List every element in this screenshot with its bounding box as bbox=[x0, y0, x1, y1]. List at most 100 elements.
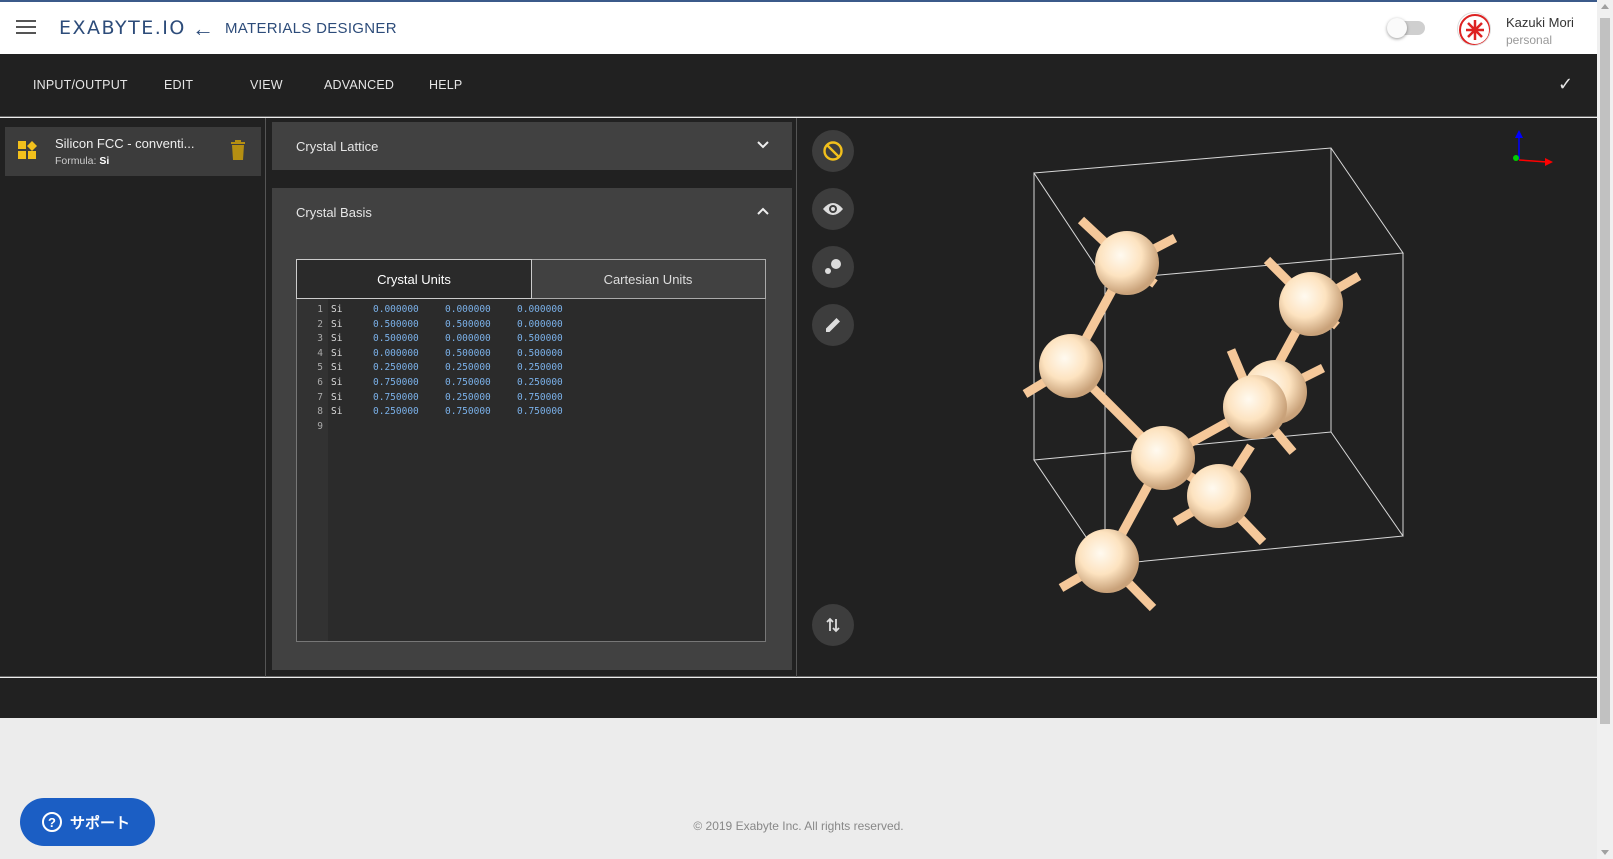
coord-z: 0.750000 bbox=[517, 406, 563, 418]
element-symbol: Si bbox=[331, 304, 343, 315]
element-symbol: Si bbox=[331, 377, 343, 388]
menu-input-output[interactable]: INPUT/OUTPUT bbox=[33, 78, 128, 92]
coord-x: 0.750000 bbox=[373, 391, 419, 403]
crystal-structure-render bbox=[1022, 130, 1553, 612]
coord-y: 0.500000 bbox=[445, 347, 491, 359]
workspace: Silicon FCC - conventi... Formula: Si Cr… bbox=[0, 118, 1597, 677]
toggle-knob bbox=[1387, 18, 1407, 38]
formula-value: Si bbox=[99, 155, 110, 167]
visibility-button[interactable] bbox=[812, 188, 854, 230]
line-number: 6 bbox=[317, 377, 323, 388]
footer: © 2019 Exabyte Inc. All rights reserved.… bbox=[0, 718, 1597, 859]
coord-z: 0.500000 bbox=[517, 333, 563, 345]
crystal-lattice-header[interactable]: Crystal Lattice bbox=[272, 122, 792, 170]
pencil-icon bbox=[826, 318, 840, 332]
bottom-strip bbox=[0, 678, 1597, 718]
code-line: 2 Si 0.500000 0.500000 0.000000 bbox=[297, 319, 765, 334]
editor-panel: Crystal Lattice Crystal Basis Crystal Un… bbox=[266, 118, 797, 677]
menu-edit[interactable]: EDIT bbox=[164, 78, 193, 92]
help-circle-icon: ? bbox=[42, 812, 62, 832]
chevron-down-icon[interactable] bbox=[756, 138, 770, 152]
exabyte-logo[interactable]: EXABYTE.IO bbox=[59, 17, 186, 39]
code-line: 5 Si 0.250000 0.250000 0.250000 bbox=[297, 362, 765, 377]
swap-vertical-icon bbox=[826, 617, 840, 633]
code-line: 4 Si 0.000000 0.500000 0.500000 bbox=[297, 348, 765, 363]
support-label: サポート bbox=[70, 814, 131, 832]
scroll-down-arrow-icon[interactable] bbox=[1601, 850, 1609, 855]
tab-cartesian-units[interactable]: Cartesian Units bbox=[531, 260, 765, 298]
atoms-icon bbox=[825, 259, 841, 274]
code-line: 6 Si 0.750000 0.750000 0.250000 bbox=[297, 377, 765, 392]
list-item[interactable]: Silicon FCC - conventi... Formula: Si bbox=[5, 127, 261, 176]
coord-y: 0.000000 bbox=[445, 304, 491, 315]
eye-icon bbox=[823, 203, 843, 215]
scrollbar-thumb[interactable] bbox=[1600, 18, 1610, 724]
trash-icon[interactable] bbox=[230, 140, 246, 160]
material-shapes-icon bbox=[18, 141, 37, 159]
coord-x: 0.750000 bbox=[373, 377, 419, 388]
support-button[interactable]: ? サポート bbox=[20, 798, 155, 846]
unit-cell-box bbox=[1033, 147, 1404, 566]
material-name: Silicon FCC - conventi... bbox=[55, 136, 195, 151]
coord-y: 0.250000 bbox=[445, 391, 491, 403]
code-line: 9 bbox=[297, 421, 765, 436]
page-scrollbar[interactable] bbox=[1597, 0, 1613, 859]
atoms-button[interactable] bbox=[812, 246, 854, 288]
formula-label: Formula: bbox=[55, 155, 97, 167]
coord-z: 0.500000 bbox=[517, 347, 563, 359]
user-name[interactable]: Kazuki Mori bbox=[1506, 15, 1574, 30]
element-symbol: Si bbox=[331, 406, 343, 418]
line-number: 5 bbox=[317, 362, 323, 374]
ban-button[interactable] bbox=[812, 130, 854, 172]
avatar[interactable] bbox=[1457, 12, 1491, 46]
coord-y: 0.000000 bbox=[445, 333, 491, 345]
3d-viewer[interactable] bbox=[797, 118, 1597, 677]
basis-code-editor[interactable]: 1 Si 0.000000 0.000000 0.000000 2 Si 0.500000 0.… bbox=[296, 299, 766, 642]
element-symbol: Si bbox=[331, 333, 343, 345]
back-arrow-icon[interactable]: ← bbox=[192, 16, 214, 42]
coord-x: 0.000000 bbox=[373, 304, 419, 315]
atoms bbox=[1039, 231, 1343, 593]
check-icon[interactable]: ✓ bbox=[1558, 74, 1573, 95]
element-symbol: Si bbox=[331, 347, 343, 359]
material-formula: Formula: Si bbox=[55, 155, 109, 167]
line-number: 1 bbox=[317, 304, 323, 315]
coord-x: 0.500000 bbox=[373, 333, 419, 345]
avatar-stamp-icon bbox=[1459, 14, 1490, 45]
menu-help[interactable]: HELP bbox=[429, 78, 462, 92]
menu-view[interactable]: VIEW bbox=[250, 78, 283, 92]
line-number: 4 bbox=[317, 347, 323, 359]
coord-y: 0.250000 bbox=[445, 362, 491, 374]
coord-y: 0.750000 bbox=[445, 406, 491, 418]
crystal-basis-panel: Crystal Basis Crystal Units Cartesian Un… bbox=[272, 188, 792, 670]
coord-z: 0.000000 bbox=[517, 304, 563, 315]
swap-button[interactable] bbox=[812, 604, 854, 646]
coord-z: 0.250000 bbox=[517, 362, 563, 374]
edit-button[interactable] bbox=[812, 304, 854, 346]
coord-x: 0.000000 bbox=[373, 347, 419, 359]
coord-z: 0.250000 bbox=[517, 377, 563, 388]
element-symbol: Si bbox=[331, 362, 343, 374]
top-app-bar: EXABYTE.IO ← MATERIALS DESIGNER Kazuki M… bbox=[0, 0, 1597, 54]
coord-x: 0.250000 bbox=[373, 406, 419, 418]
coord-z: 0.750000 bbox=[517, 391, 563, 403]
tab-crystal-units[interactable]: Crystal Units bbox=[296, 259, 532, 299]
menu-advanced[interactable]: ADVANCED bbox=[324, 78, 394, 92]
line-number: 7 bbox=[317, 391, 323, 403]
element-symbol: Si bbox=[331, 318, 343, 330]
code-line: 3 Si 0.500000 0.000000 0.500000 bbox=[297, 333, 765, 348]
element-symbol: Si bbox=[331, 391, 343, 403]
crystal-basis-title[interactable]: Crystal Basis bbox=[296, 205, 372, 220]
theme-toggle[interactable] bbox=[1387, 18, 1425, 38]
scroll-up-arrow-icon[interactable] bbox=[1601, 4, 1609, 9]
line-number: 2 bbox=[317, 318, 323, 330]
coord-x: 0.500000 bbox=[373, 318, 419, 330]
chevron-up-icon[interactable] bbox=[756, 204, 770, 218]
coord-y: 0.500000 bbox=[445, 318, 491, 330]
bonds bbox=[1022, 216, 1362, 612]
hamburger-menu-icon[interactable] bbox=[16, 20, 36, 36]
menu-bar: INPUT/OUTPUT EDIT VIEW ADVANCED HELP ✓ bbox=[0, 54, 1597, 117]
materials-list: Silicon FCC - conventi... Formula: Si bbox=[0, 118, 266, 677]
axis-gizmo bbox=[1513, 130, 1553, 166]
coord-z: 0.000000 bbox=[517, 318, 563, 330]
